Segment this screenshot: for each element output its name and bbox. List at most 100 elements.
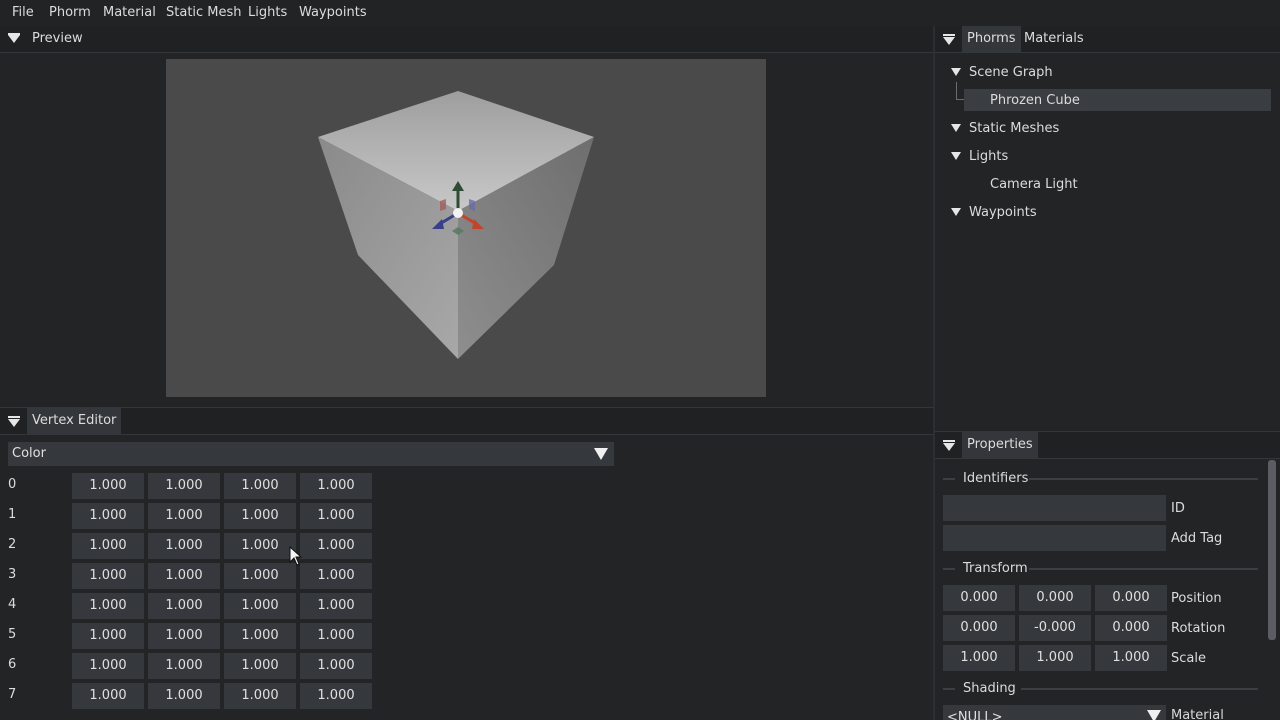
position-z-field[interactable]: 0.000	[1095, 585, 1167, 611]
menu-waypoints[interactable]: Waypoints	[299, 5, 367, 20]
scale-x-field[interactable]: 1.000	[943, 645, 1015, 671]
vertex-value-field[interactable]: 1.000	[224, 503, 296, 529]
vertex-value-field[interactable]: 1.000	[224, 653, 296, 679]
properties-scrollbar[interactable]	[1268, 460, 1276, 640]
position-y-field[interactable]: 0.000	[1019, 585, 1091, 611]
scale-z-field[interactable]: 1.000	[1095, 645, 1167, 671]
vertex-value-field[interactable]: 1.000	[224, 563, 296, 589]
position-x-field[interactable]: 0.000	[943, 585, 1015, 611]
vertex-value-field[interactable]: 1.000	[72, 473, 144, 499]
tree-phrozen-cube[interactable]: Phrozen Cube	[990, 93, 1080, 108]
vertex-index-label: 2	[8, 537, 17, 552]
vertex-value-field[interactable]: 1.000	[148, 563, 220, 589]
section-identifiers: Identifiers	[963, 471, 1029, 486]
menu-file[interactable]: File	[12, 5, 34, 20]
collapse-bar-icon	[8, 416, 20, 418]
rotation-z-field[interactable]: 0.000	[1095, 615, 1167, 641]
menu-lights[interactable]: Lights	[248, 5, 287, 20]
scale-y-field[interactable]: 1.000	[1019, 645, 1091, 671]
add-tag-label: Add Tag	[1171, 531, 1223, 546]
material-label: Material	[1171, 709, 1224, 720]
vertex-value-field[interactable]: 1.000	[300, 533, 372, 559]
collapse-triangle-icon[interactable]	[8, 419, 20, 427]
menu-bar: File Phorm Material Static Mesh Lights W…	[0, 0, 1280, 26]
collapse-triangle-icon[interactable]	[943, 443, 955, 451]
preview-viewport[interactable]	[166, 59, 766, 397]
tree-static-meshes[interactable]: Static Meshes	[969, 121, 1059, 136]
preview-header: Preview	[0, 26, 933, 53]
vertex-value-field[interactable]: 1.000	[300, 563, 372, 589]
tree-waypoints[interactable]: Waypoints	[969, 205, 1037, 220]
attribute-select-value: Color	[12, 446, 46, 461]
collapse-bar-icon	[8, 33, 20, 35]
vertex-value-field[interactable]: 1.000	[72, 593, 144, 619]
tab-materials[interactable]: Materials	[1019, 26, 1089, 52]
vertex-value-field[interactable]: 1.000	[300, 623, 372, 649]
vertex-value-field[interactable]: 1.000	[224, 623, 296, 649]
attribute-select[interactable]: Color	[8, 442, 614, 466]
section-divider	[943, 478, 955, 480]
collapse-triangle-icon[interactable]	[8, 35, 20, 43]
vertex-value-field[interactable]: 1.000	[72, 623, 144, 649]
material-select-value: <NULL>	[947, 710, 1003, 720]
vertex-value-field[interactable]: 1.000	[148, 683, 220, 709]
vertex-index-label: 3	[8, 567, 17, 582]
expand-triangle-icon[interactable]	[951, 152, 961, 160]
tree-camera-light[interactable]: Camera Light	[990, 177, 1078, 192]
add-tag-input[interactable]	[943, 525, 1166, 551]
vertex-index-label: 6	[8, 657, 17, 672]
collapse-triangle-icon[interactable]	[943, 37, 955, 45]
mouse-cursor-icon	[289, 546, 303, 566]
vertex-value-field[interactable]: 1.000	[300, 653, 372, 679]
vertex-value-field[interactable]: 1.000	[72, 533, 144, 559]
material-select[interactable]: <NULL>	[943, 705, 1166, 720]
scale-label: Scale	[1171, 651, 1206, 666]
vertex-value-field[interactable]: 1.000	[148, 503, 220, 529]
vertex-value-field[interactable]: 1.000	[300, 683, 372, 709]
chevron-down-icon	[594, 448, 608, 460]
rotation-x-field[interactable]: 0.000	[943, 615, 1015, 641]
vertex-value-field[interactable]: 1.000	[300, 473, 372, 499]
tree-lights[interactable]: Lights	[969, 149, 1008, 164]
vertex-value-field[interactable]: 1.000	[72, 653, 144, 679]
panel-divider[interactable]	[933, 26, 935, 720]
tab-properties[interactable]: Properties	[962, 432, 1038, 458]
vertex-value-field[interactable]: 1.000	[148, 533, 220, 559]
vertex-value-field[interactable]: 1.000	[300, 593, 372, 619]
phorms-header: Phorms Materials	[935, 26, 1280, 53]
section-transform: Transform	[963, 561, 1028, 576]
menu-static-mesh[interactable]: Static Mesh	[166, 5, 242, 20]
vertex-value-field[interactable]: 1.000	[300, 503, 372, 529]
tree-scene-graph[interactable]: Scene Graph	[969, 65, 1053, 80]
vertex-value-field[interactable]: 1.000	[72, 503, 144, 529]
vertex-index-label: 5	[8, 627, 17, 642]
vertex-index-label: 7	[8, 687, 17, 702]
tab-phorms[interactable]: Phorms	[962, 26, 1021, 52]
vertex-value-field[interactable]: 1.000	[148, 593, 220, 619]
id-input[interactable]	[943, 495, 1166, 521]
menu-material[interactable]: Material	[103, 5, 156, 20]
rotation-y-field[interactable]: -0.000	[1019, 615, 1091, 641]
vertex-value-field[interactable]: 1.000	[224, 473, 296, 499]
vertex-value-field[interactable]: 1.000	[148, 473, 220, 499]
vertex-value-field[interactable]: 1.000	[72, 563, 144, 589]
vertex-editor-header: Vertex Editor	[0, 407, 933, 435]
vertex-value-field[interactable]: 1.000	[224, 533, 296, 559]
vertex-value-field[interactable]: 1.000	[148, 653, 220, 679]
id-label: ID	[1171, 501, 1185, 516]
vertex-value-field[interactable]: 1.000	[224, 593, 296, 619]
section-divider	[943, 568, 955, 570]
vertex-value-field[interactable]: 1.000	[72, 683, 144, 709]
vertex-value-field[interactable]: 1.000	[148, 623, 220, 649]
expand-triangle-icon[interactable]	[951, 68, 961, 76]
collapse-bar-icon	[943, 34, 955, 36]
expand-triangle-icon[interactable]	[951, 124, 961, 132]
vertex-value-field[interactable]: 1.000	[224, 683, 296, 709]
tree-branch-line	[956, 82, 957, 99]
section-divider	[1021, 688, 1258, 690]
menu-phorm[interactable]: Phorm	[49, 5, 91, 20]
tab-vertex-editor[interactable]: Vertex Editor	[27, 408, 122, 434]
chevron-down-icon	[1147, 710, 1161, 720]
cube-render	[318, 91, 594, 359]
expand-triangle-icon[interactable]	[951, 208, 961, 216]
